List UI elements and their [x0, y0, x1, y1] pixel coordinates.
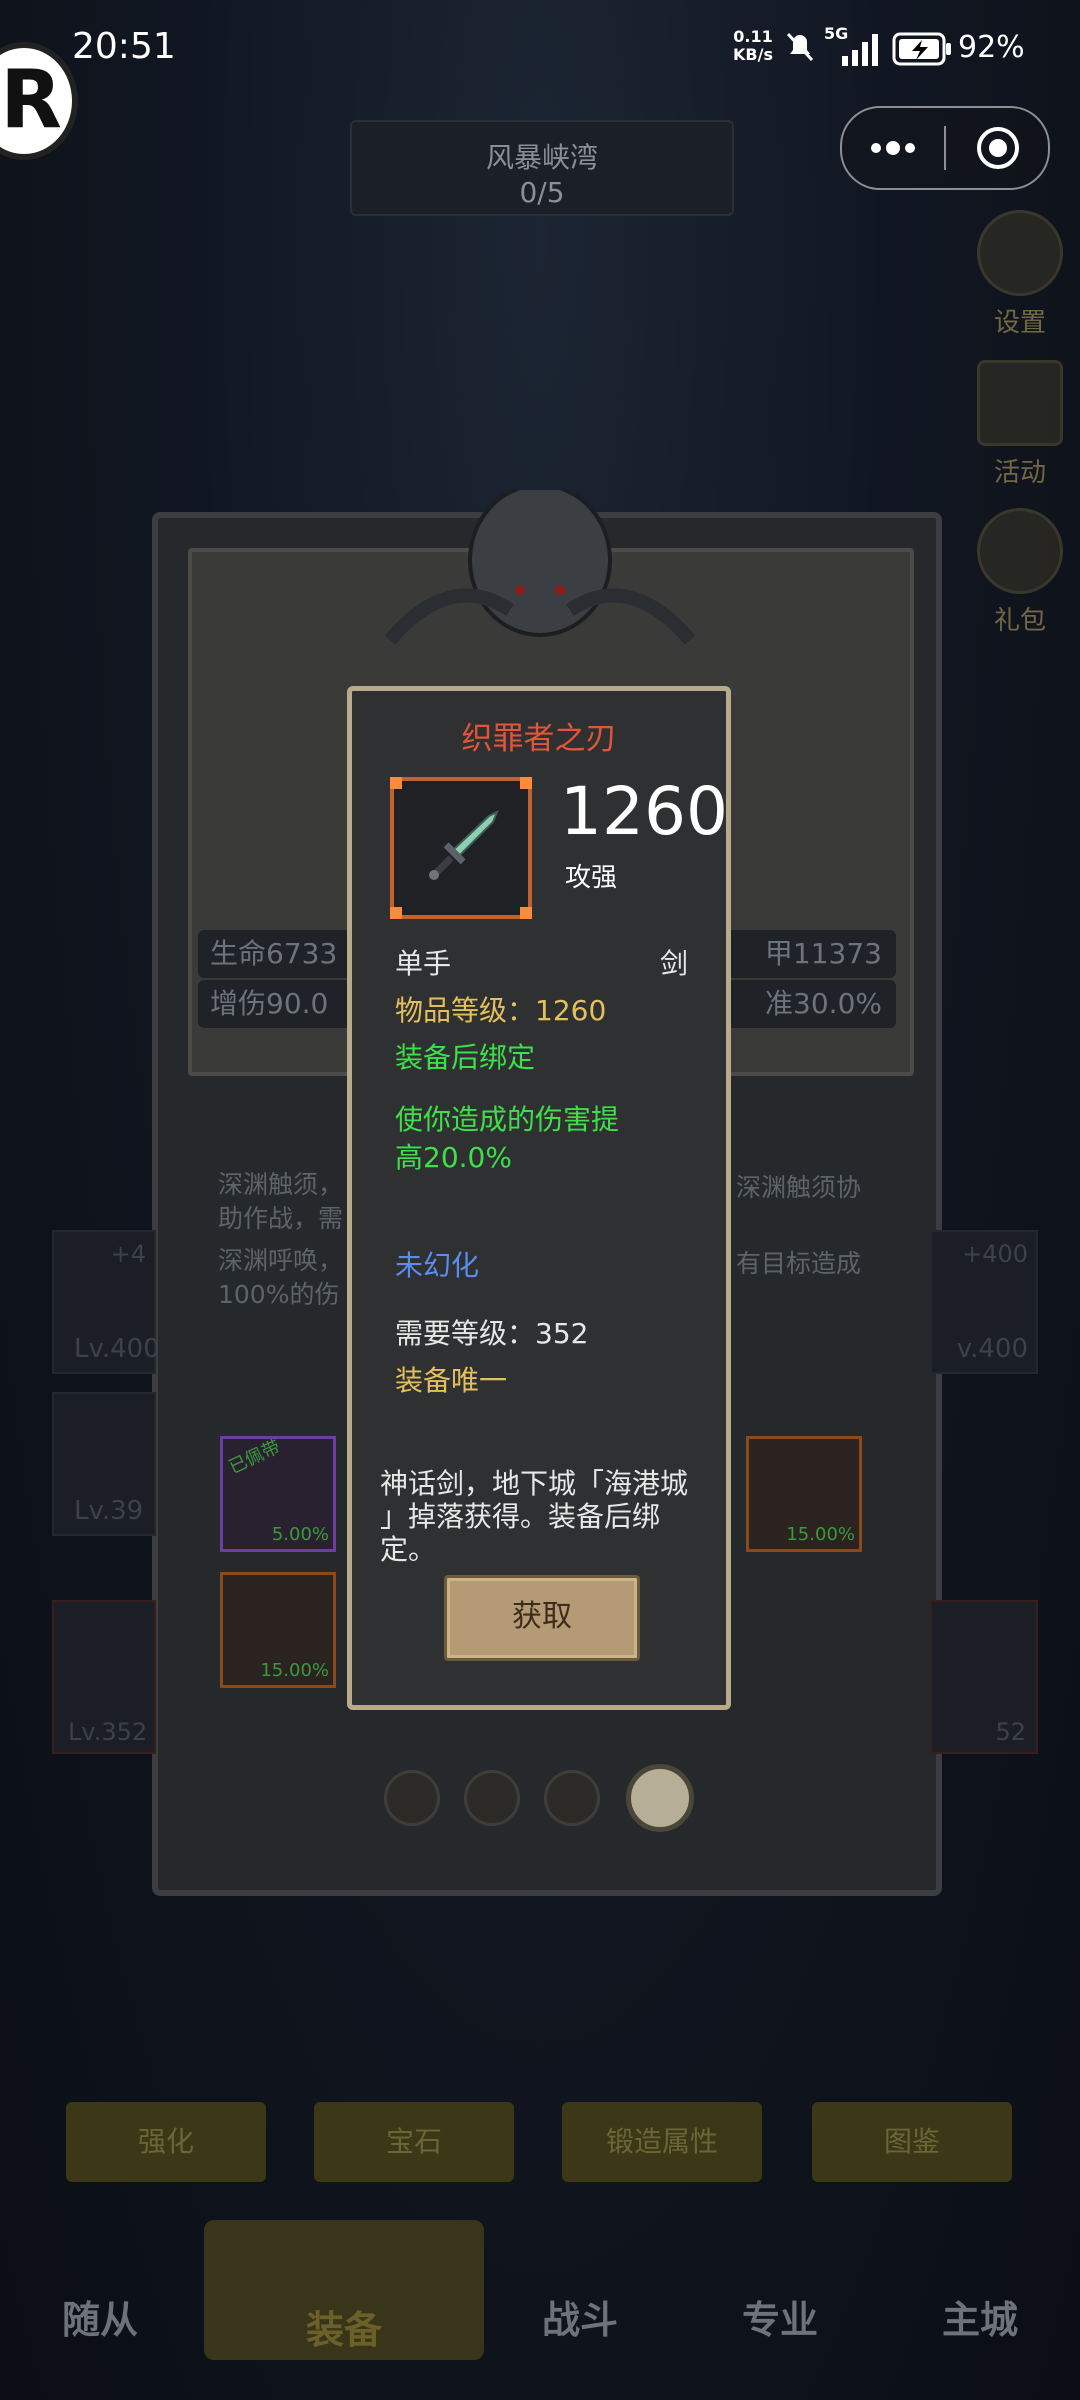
tab-gems[interactable]: 宝石	[314, 2102, 514, 2182]
item-power-value: 1260	[560, 773, 728, 850]
weapon-type: 剑	[659, 947, 688, 980]
item-power-label: 攻强	[565, 863, 618, 893]
clock: 20:51	[72, 26, 176, 67]
skill-text-1b: 助作战，需	[218, 1204, 344, 1233]
sword-icon	[429, 809, 499, 880]
gear-slot-right-3[interactable]: 52	[930, 1600, 1038, 1754]
unique-note: 装备唯一	[395, 1364, 508, 1397]
hand-type: 单手	[395, 947, 452, 980]
skill-desc-1-right: 深渊触须协	[736, 1173, 862, 1202]
gear-slot-left-1[interactable]: +4 Lv.400	[52, 1230, 160, 1374]
gear-slot-bonus: +400	[962, 1240, 1028, 1268]
activity-button[interactable]: 活动	[970, 360, 1070, 488]
monster-head-illustration	[384, 490, 696, 645]
more-button[interactable]	[842, 108, 944, 188]
gear-slot-level: v.400	[956, 1334, 1028, 1364]
pager-dot-4[interactable]	[626, 1764, 694, 1832]
stat-damage: 增伤90.0	[210, 987, 329, 1020]
skill-text-2a: 深渊呼唤，	[218, 1246, 344, 1275]
skill-text-2b: 100%的伤	[218, 1280, 340, 1309]
skill-desc-1: 深渊触须， 助作战，需	[218, 1168, 343, 1236]
close-miniprogram-button[interactable]	[946, 108, 1048, 188]
network-speed-value: 0.11	[733, 27, 773, 46]
tab-enhance[interactable]: 强化	[66, 2102, 266, 2182]
stat-armor: 甲11373	[764, 937, 882, 970]
item-pct-1: 5.00%	[271, 1524, 329, 1545]
activity-label: 活动	[993, 458, 1046, 488]
gift-icon	[977, 508, 1063, 594]
tab-codex[interactable]: 图鉴	[812, 2102, 1012, 2182]
nav-equipment-label: 装备	[305, 2308, 382, 2352]
status-bar: 20:51 0.11 KB/s 5G 92%	[0, 0, 1080, 100]
pager-dot-3[interactable]	[544, 1770, 600, 1826]
description-line-2: 」掉落获得。装备后绑	[380, 1500, 661, 1533]
effect-line-1: 使你造成的伤害提	[395, 1103, 620, 1136]
required-level: 需要等级：352	[395, 1317, 589, 1350]
gear-slot-left-3[interactable]: Lv.352	[52, 1600, 156, 1754]
network-speed: 0.11 KB/s	[733, 28, 773, 64]
pager-dot-2[interactable]	[464, 1770, 520, 1826]
nav-main-city[interactable]: 主城	[880, 2260, 1080, 2380]
gear-slot-bonus: +4	[110, 1240, 146, 1268]
settings-button[interactable]: 设置	[970, 210, 1070, 338]
description-line-3: 定。	[380, 1533, 437, 1566]
transmog-status: 未幻化	[395, 1249, 480, 1282]
skill-desc-2: 深渊呼唤， 100%的伤	[218, 1244, 343, 1312]
nav-profession[interactable]: 专业	[680, 2260, 880, 2380]
battery-icon	[892, 32, 951, 66]
skill-desc-2-right: 有目标造成	[736, 1249, 862, 1278]
gear-slot-right-1[interactable]: +400 v.400	[930, 1230, 1038, 1374]
gear-slot-level: Lv.352	[68, 1718, 148, 1746]
gear-slot-level: Lv.39	[74, 1496, 144, 1526]
nav-battle[interactable]: 战斗	[480, 2260, 680, 2380]
item-pct-2: 15.00%	[260, 1660, 329, 1681]
target-circle-icon	[977, 127, 1019, 169]
battery-percent: 92%	[958, 30, 1025, 65]
stat-accuracy: 准30.0%	[765, 987, 882, 1020]
network-speed-unit: KB/s	[733, 45, 773, 64]
gear-slot-level: Lv.400	[74, 1334, 160, 1364]
nav-equipment[interactable]: 装备	[204, 2220, 484, 2360]
effect-line-2: 高20.0%	[395, 1141, 512, 1174]
item-name: 织罪者之刃	[461, 721, 617, 757]
nav-companions[interactable]: 随从	[0, 2260, 200, 2380]
gift-label: 礼包	[993, 606, 1046, 636]
signal-icon	[842, 34, 878, 66]
settings-label: 设置	[993, 308, 1046, 338]
description-line-1: 神话剑，地下城「海港城	[380, 1467, 689, 1500]
bg-item-slot-orange-2[interactable]: 15.00%	[746, 1436, 862, 1552]
gift-button[interactable]: 礼包	[970, 508, 1070, 636]
more-dots-icon	[871, 141, 915, 155]
stat-hp: 生命6733	[210, 937, 338, 970]
calendar-icon	[977, 360, 1063, 446]
item-icon-frame	[390, 777, 532, 919]
tab-forge[interactable]: 锻造属性	[562, 2102, 762, 2182]
skill-text-1a: 深渊触须，	[218, 1170, 344, 1199]
item-description: 神话剑，地下城「海港城 」掉落获得。装备后绑 定。	[380, 1467, 688, 1566]
miniprogram-capsule	[840, 106, 1050, 190]
bg-item-slot-orange-1[interactable]: 15.00%	[220, 1572, 336, 1688]
stage-title: 风暴峡湾	[485, 141, 598, 174]
equipped-badge: 已佩带	[225, 1436, 284, 1479]
stage-progress: 0/5	[519, 176, 565, 209]
item-tooltip-dialog: 织罪者之刃 1260 攻强 单手 剑 物品等级：1260 装备后绑定 使你造成的…	[347, 686, 731, 1710]
acquire-button[interactable]: 获取	[444, 1575, 640, 1661]
bind-note: 装备后绑定	[395, 1041, 536, 1074]
bg-item-slot-purple[interactable]: 已佩带 5.00%	[220, 1436, 336, 1552]
stage-banner[interactable]: 风暴峡湾 0/5	[350, 120, 734, 216]
gear-slot-left-2[interactable]: Lv.39	[52, 1392, 156, 1536]
item-level: 物品等级：1260	[395, 994, 607, 1027]
item-pct-3: 15.00%	[786, 1524, 855, 1545]
gear-slot-level: 52	[995, 1718, 1026, 1746]
pager-dot-1[interactable]	[384, 1770, 440, 1826]
mute-bell-icon	[786, 32, 814, 62]
gear-icon	[977, 210, 1063, 296]
